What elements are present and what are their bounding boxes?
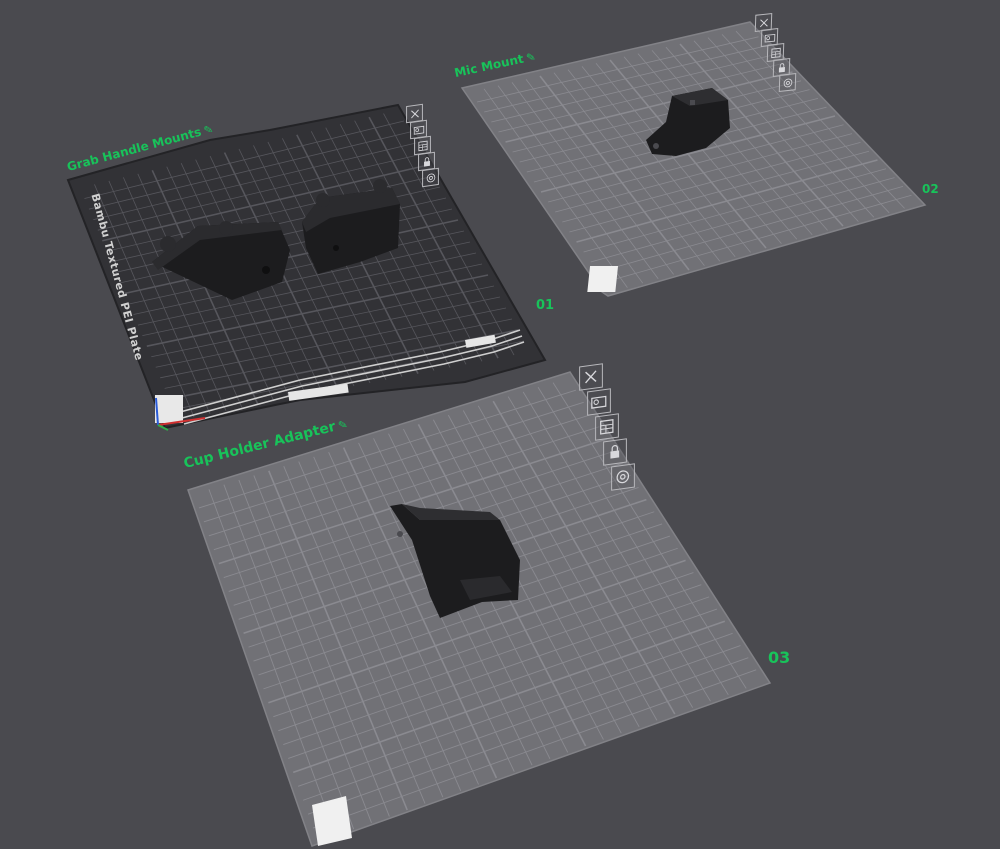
arrange-icon — [596, 414, 618, 439]
plate-03-lock-button[interactable] — [603, 438, 627, 466]
settings-icon — [780, 74, 795, 91]
plate-02-origin-tile — [587, 266, 619, 292]
3d-viewport[interactable] — [0, 0, 1000, 849]
settings-icon — [423, 169, 438, 186]
plate-02-number: 02 — [922, 182, 939, 196]
plate-02-settings-button[interactable] — [778, 73, 797, 92]
plate-03-number: 03 — [768, 648, 791, 667]
close-icon — [407, 105, 422, 122]
plate-01-origin-tile — [155, 395, 183, 423]
arrange-icon — [415, 137, 430, 154]
plate-03-origin-tile — [312, 796, 352, 846]
close-icon — [580, 364, 602, 389]
settings-icon — [612, 464, 634, 489]
orient-icon — [588, 389, 610, 414]
plate-03-auto-orient-button[interactable] — [587, 388, 611, 416]
plate-03-settings-button[interactable] — [611, 463, 635, 491]
orient-icon — [411, 121, 426, 138]
plate-01-number: 01 — [536, 298, 555, 313]
plate-03-delete-button[interactable] — [579, 363, 603, 391]
lock-icon — [419, 153, 434, 170]
lock-icon — [604, 439, 626, 464]
plate-03-arrange-button[interactable] — [595, 413, 619, 441]
plate-01-settings-button[interactable] — [422, 167, 439, 188]
